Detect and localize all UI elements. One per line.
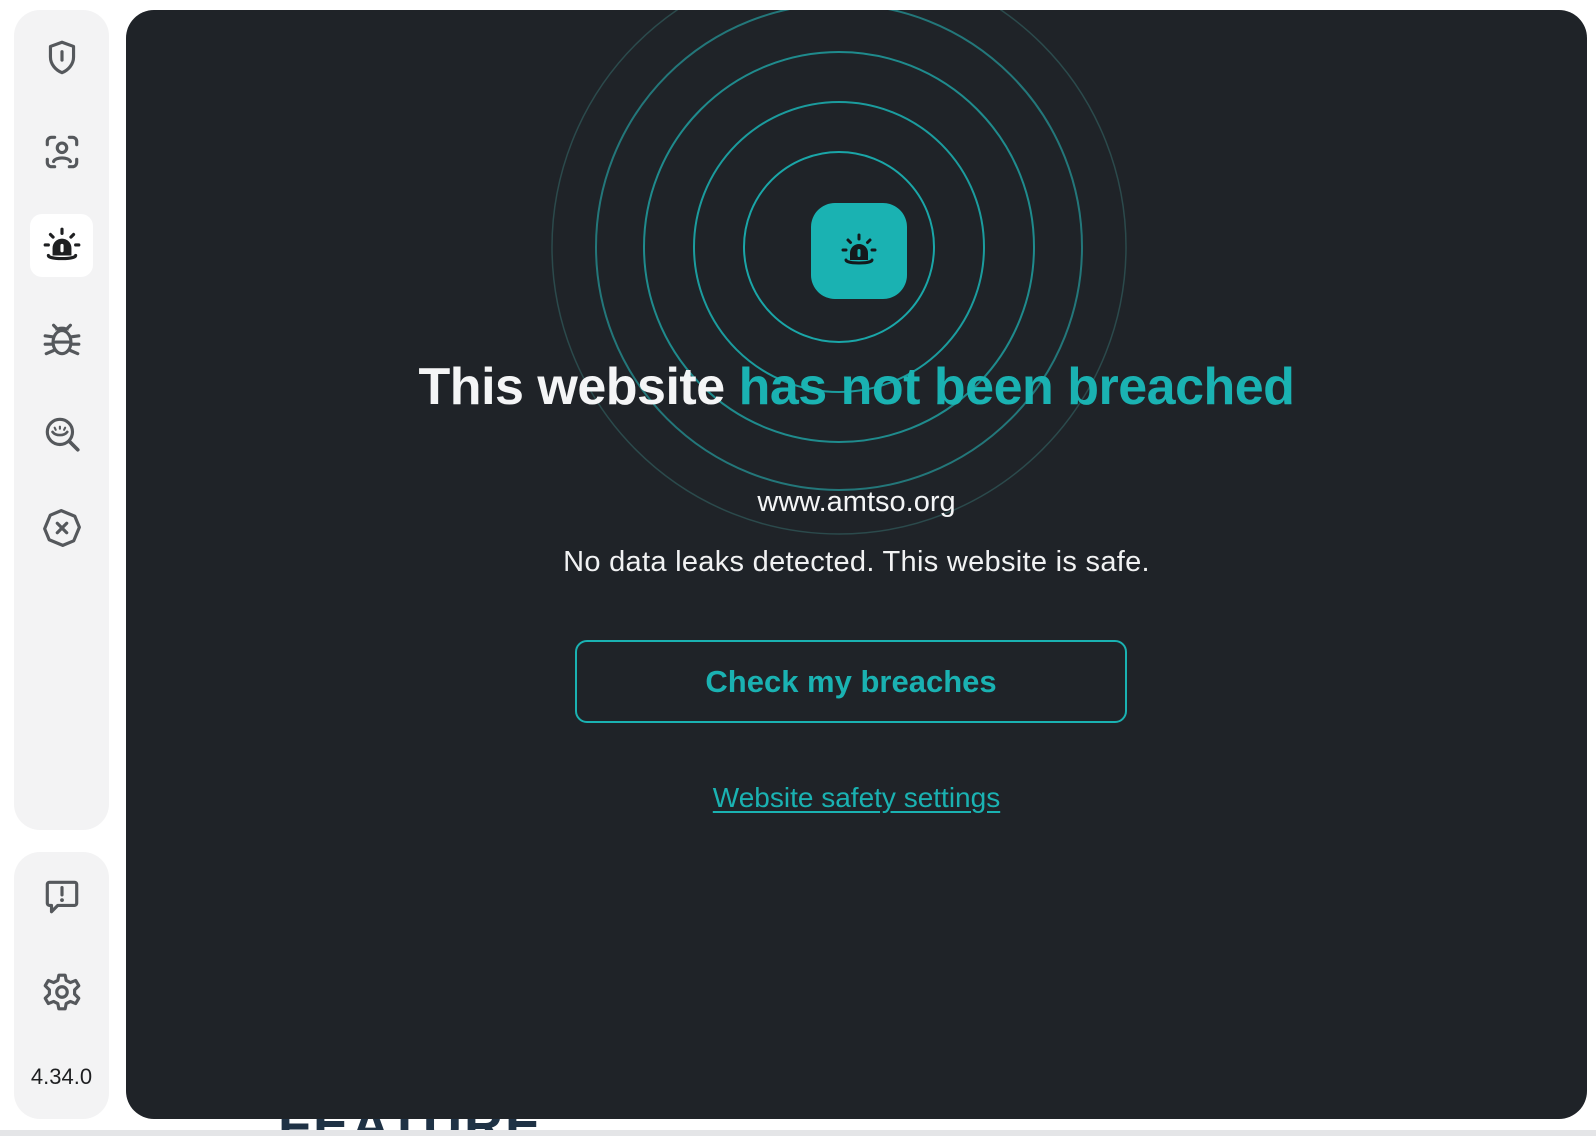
website-safety-settings-link[interactable]: Website safety settings bbox=[126, 782, 1587, 814]
website-domain: www.amtso.org bbox=[757, 486, 956, 518]
shield-icon bbox=[48, 40, 75, 74]
nav-item-malware[interactable] bbox=[30, 308, 93, 371]
nav-item-identity[interactable] bbox=[30, 120, 93, 183]
page-title: This website has not been breached bbox=[126, 356, 1587, 418]
app-version: 4.34.0 bbox=[30, 1064, 93, 1089]
face-scan-icon bbox=[45, 135, 78, 168]
siren-alarm-icon bbox=[841, 233, 877, 265]
background-page-strip bbox=[0, 1130, 1596, 1136]
nav-item-shield[interactable] bbox=[30, 26, 93, 89]
status-message: No data leaks detected. This website is … bbox=[563, 546, 1150, 578]
siren-alarm-icon bbox=[43, 227, 80, 260]
nav-item-breach-alert[interactable] bbox=[30, 214, 93, 277]
magnifier-eye-icon bbox=[45, 417, 80, 452]
bug-icon bbox=[43, 323, 80, 355]
breach-status-badge bbox=[811, 203, 907, 299]
settings-gear-icon bbox=[43, 973, 80, 1010]
blocked-octagon-icon bbox=[42, 508, 81, 547]
feedback-message-icon bbox=[45, 880, 78, 913]
sidebar-footer: 4.34.0 bbox=[14, 852, 109, 1119]
sidebar-navigation bbox=[14, 10, 109, 830]
settings-button[interactable] bbox=[30, 960, 93, 1023]
feedback-button[interactable] bbox=[30, 865, 93, 928]
check-my-breaches-button[interactable]: Check my breaches bbox=[575, 640, 1127, 723]
nav-item-tracker-scan[interactable] bbox=[30, 402, 93, 465]
breach-check-panel: This website has not been breached www.a… bbox=[126, 10, 1587, 1119]
radar-rings bbox=[551, 10, 1127, 535]
headline-status: has not been breached bbox=[738, 358, 1295, 416]
headline-subject: This website bbox=[418, 358, 739, 416]
nav-item-blocked[interactable] bbox=[30, 496, 93, 559]
